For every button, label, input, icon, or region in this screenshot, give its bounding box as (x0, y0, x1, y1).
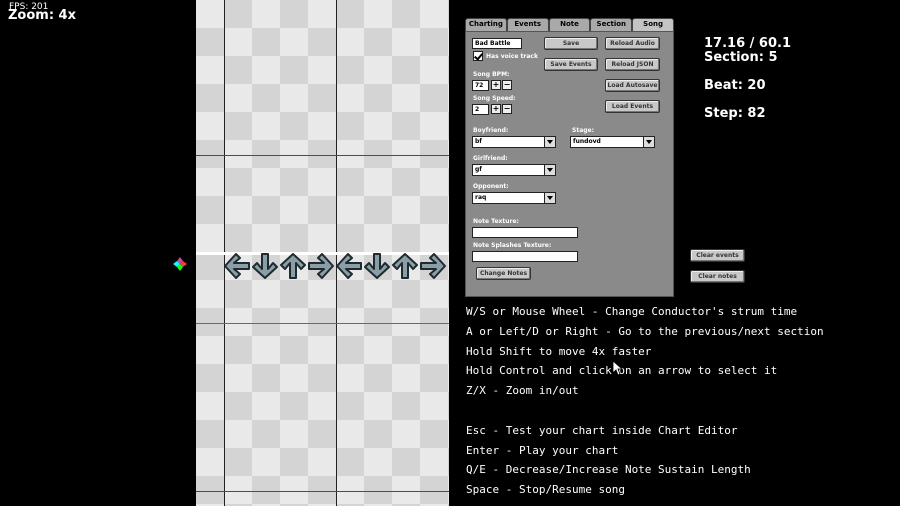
song-bpm-label: Song BPM: (473, 71, 510, 78)
tab-charting[interactable]: Charting (465, 18, 507, 31)
clear-events-button[interactable]: Clear events (690, 249, 745, 262)
step-readout: Step: 82 (704, 106, 766, 121)
boyfriend-value: bf (475, 138, 482, 145)
stage-dropdown[interactable]: fundovd (570, 136, 655, 148)
tab-note[interactable]: Note (548, 18, 591, 31)
strum-arrow-right-icon (419, 251, 447, 281)
save-button[interactable]: Save (544, 37, 598, 50)
section-line-blue (196, 491, 449, 492)
strum-arrow-down-icon (251, 251, 279, 281)
controls-help: W/S or Mouse Wheel - Change Conductor's … (466, 302, 824, 500)
speed-decrease-button[interactable]: − (502, 104, 512, 114)
strum-arrow-down-icon (363, 251, 391, 281)
song-time: 17.16 / 60.1 (704, 36, 791, 51)
chevron-down-icon[interactable] (544, 193, 555, 203)
song-tab-content: Bad Battle Has voice track Save Reload A… (465, 31, 674, 297)
editor-tab-panel: Charting Events Note Section Song Bad Ba… (465, 18, 674, 297)
help-line: Z/X - Zoom in/out (466, 384, 579, 398)
note-splashes-label: Note Splashes Texture: (473, 242, 552, 249)
boyfriend-label: Boyfriend: (473, 127, 509, 134)
tab-song[interactable]: Song (632, 18, 674, 31)
tab-section[interactable]: Section (590, 18, 633, 31)
help-line: Space - Stop/Resume song (466, 483, 625, 497)
voice-track-label: Has voice track (486, 53, 538, 60)
save-events-button[interactable]: Save Events (544, 58, 598, 71)
song-speed-input[interactable]: 2 (472, 104, 489, 115)
song-bpm-input[interactable]: 72 (472, 80, 489, 91)
help-line: Enter - Play your chart (466, 443, 619, 457)
opponent-label: Opponent: (473, 183, 509, 190)
help-line: A or Left/D or Right - Go to the previou… (466, 324, 824, 338)
reload-json-button[interactable]: Reload JSON (605, 58, 660, 71)
strum-arrow-left-icon (223, 251, 251, 281)
girlfriend-dropdown[interactable]: gf (472, 164, 556, 176)
clear-notes-button[interactable]: Clear notes (690, 270, 745, 283)
speed-increase-button[interactable]: + (491, 104, 501, 114)
girlfriend-value: gf (475, 166, 482, 173)
load-events-button[interactable]: Load Events (605, 100, 660, 113)
note-splashes-input[interactable] (472, 251, 578, 262)
strum-arrow-left-icon (335, 251, 363, 281)
strum-arrows (223, 251, 449, 281)
section-readout: Section: 5 (704, 50, 778, 65)
opponent-dropdown[interactable]: raq (472, 192, 556, 204)
boyfriend-dropdown[interactable]: bf (472, 136, 556, 148)
reload-audio-button[interactable]: Reload Audio (605, 37, 660, 50)
chevron-down-icon[interactable] (544, 165, 555, 175)
strum-arrow-up-icon (279, 251, 307, 281)
note-texture-input[interactable] (472, 227, 578, 238)
bpm-increase-button[interactable]: + (491, 80, 501, 90)
beat-readout: Beat: 20 (704, 78, 766, 93)
change-notes-button[interactable]: Change Notes (476, 267, 531, 280)
zoom-level: Zoom: 4x (8, 8, 76, 23)
help-line: W/S or Mouse Wheel - Change Conductor's … (466, 305, 798, 318)
opponent-value: raq (475, 194, 487, 201)
section-line-red (196, 323, 449, 324)
help-line: Esc - Test your chart inside Chart Edito… (466, 423, 738, 437)
help-line: Hold Shift to move 4x faster (466, 344, 652, 358)
chevron-down-icon[interactable] (544, 137, 555, 147)
load-autosave-button[interactable]: Load Autosave (605, 79, 660, 92)
help-line: Hold Control and click on an arrow to se… (466, 364, 778, 378)
note-texture-label: Note Texture: (473, 218, 519, 225)
chevron-down-icon[interactable] (643, 137, 654, 147)
bpm-decrease-button[interactable]: − (502, 80, 512, 90)
tab-bar: Charting Events Note Section Song (465, 18, 674, 31)
strum-arrow-up-icon (391, 251, 419, 281)
mouse-cursor-icon (613, 361, 623, 375)
strum-arrow-right-icon (307, 251, 335, 281)
voice-track-checkbox[interactable] (473, 51, 483, 61)
song-name-input[interactable]: Bad Battle (472, 38, 522, 49)
help-line: Q/E - Decrease/Increase Note Sustain Len… (466, 463, 751, 477)
section-line-blue (196, 155, 449, 156)
tab-events[interactable]: Events (506, 18, 549, 31)
note-selector-icon[interactable] (173, 257, 187, 271)
chart-grid[interactable] (196, 0, 449, 506)
stage-label: Stage: (572, 127, 595, 134)
stage-value: fundovd (573, 138, 601, 145)
help-line (466, 401, 824, 421)
girlfriend-label: Girlfriend: (473, 155, 508, 162)
song-speed-label: Song Speed: (473, 95, 516, 102)
